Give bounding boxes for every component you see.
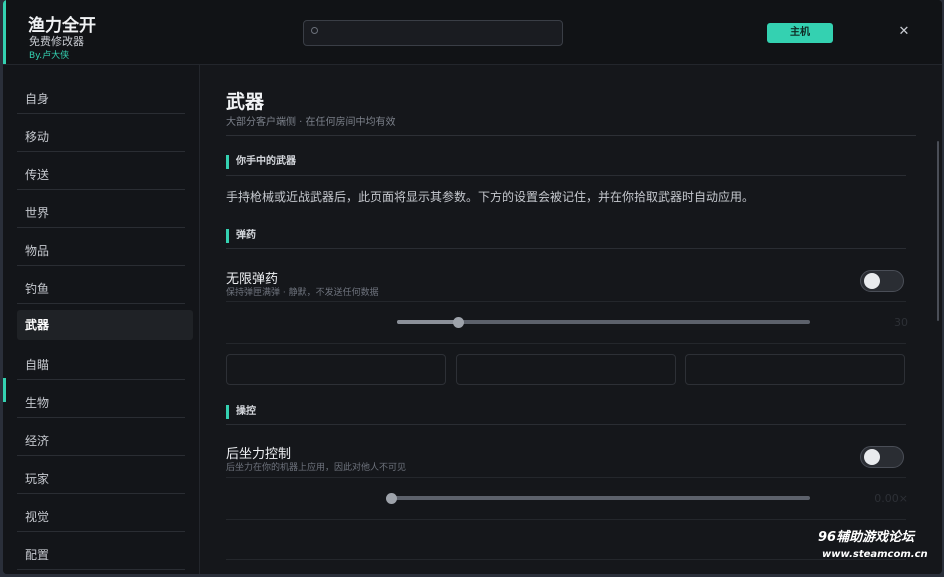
title-bar: 渔力全开 免费修改器 By.卢大侠 主机 ✕ <box>3 0 942 65</box>
recoil-slider-value: 0.00× <box>874 492 908 505</box>
section-title: 弹药 <box>236 230 256 241</box>
row-divider <box>226 519 906 520</box>
toggle-knob <box>864 449 880 465</box>
section-marker <box>226 405 229 419</box>
app-window: 渔力全开 免费修改器 By.卢大侠 主机 ✕ 自身 移动 传送 世界 物品 钓鱼… <box>3 0 942 574</box>
watermark-url: www.steamcom.cn <box>822 549 928 560</box>
row-divider <box>226 343 906 344</box>
ammo-action-button-3[interactable] <box>685 354 905 385</box>
hand-weapon-description: 手持枪械或近战武器后，此页面将显示其参数。下方的设置会被记住，并在你拾取武器时自… <box>226 190 755 204</box>
ammo-action-button-2[interactable] <box>456 354 676 385</box>
host-button[interactable]: 主机 <box>767 23 833 43</box>
recoil-control-subtitle: 后坐力在你的机器上应用，因此对他人不可见 <box>226 463 407 473</box>
row-divider <box>226 559 906 560</box>
app-subtitle: 免费修改器 <box>29 35 84 48</box>
sidebar-item-creatures[interactable]: 生物 <box>17 388 185 418</box>
row-divider <box>226 301 906 302</box>
active-nav-marker <box>3 378 6 402</box>
section-hand-weapon: 你手中的武器 <box>226 155 296 169</box>
main-scrollbar[interactable] <box>937 141 939 321</box>
ammo-slider-value: 30 <box>894 316 908 329</box>
sidebar-item-aimbot[interactable]: 自瞄 <box>17 350 185 380</box>
recoil-control-toggle[interactable] <box>860 446 904 468</box>
section-marker <box>226 155 229 169</box>
sidebar-item-movement[interactable]: 移动 <box>17 122 185 152</box>
app-author: By.卢大侠 <box>29 51 70 61</box>
ammo-slider-fill <box>397 320 459 324</box>
sidebar-item-fishing[interactable]: 钓鱼 <box>17 274 185 304</box>
recoil-slider[interactable] <box>391 496 810 500</box>
section-title: 操控 <box>236 406 256 417</box>
page-title: 武器 <box>226 91 265 113</box>
sidebar-item-players[interactable]: 玩家 <box>17 464 185 494</box>
search-input[interactable] <box>303 20 563 46</box>
infinite-ammo-toggle[interactable] <box>860 270 904 292</box>
toggle-knob <box>864 273 880 289</box>
title-divider <box>226 135 916 136</box>
sidebar-item-weapons[interactable]: 武器 <box>17 310 193 340</box>
sidebar-item-teleport[interactable]: 传送 <box>17 160 185 190</box>
sidebar-item-config[interactable]: 配置 <box>17 540 185 570</box>
accent-strip <box>3 0 6 64</box>
close-icon[interactable]: ✕ <box>896 24 912 40</box>
sidebar-item-visuals[interactable]: 视觉 <box>17 502 185 532</box>
ammo-action-button-1[interactable] <box>226 354 446 385</box>
sidebar-item-items[interactable]: 物品 <box>17 236 185 266</box>
section-title: 你手中的武器 <box>236 156 296 167</box>
section-marker <box>226 229 229 243</box>
section-control: 操控 <box>226 405 256 419</box>
recoil-slider-handle[interactable] <box>385 493 397 504</box>
section-divider <box>226 424 906 425</box>
watermark-title: 96辅助游戏论坛 <box>818 530 915 545</box>
main-panel: 武器 大部分客户端侧 · 在任何房间中均有效 你手中的武器 手持枪械或近战武器后… <box>200 65 942 574</box>
search-icon <box>311 27 318 34</box>
sidebar-item-economy[interactable]: 经济 <box>17 426 185 456</box>
section-ammo: 弹药 <box>226 229 256 243</box>
sidebar: 自身 移动 传送 世界 物品 钓鱼 武器 自瞄 生物 经济 玩家 视觉 配置 <box>3 65 200 574</box>
section-divider <box>226 175 906 176</box>
infinite-ammo-subtitle: 保持弹匣满弹 · 静默，不发送任何数据 <box>226 288 379 298</box>
section-divider <box>226 248 906 249</box>
ammo-slider-handle[interactable] <box>453 317 465 328</box>
page-subtitle: 大部分客户端侧 · 在任何房间中均有效 <box>226 117 396 128</box>
row-divider <box>226 477 906 478</box>
sidebar-item-world[interactable]: 世界 <box>17 198 185 228</box>
sidebar-item-self[interactable]: 自身 <box>17 84 185 114</box>
